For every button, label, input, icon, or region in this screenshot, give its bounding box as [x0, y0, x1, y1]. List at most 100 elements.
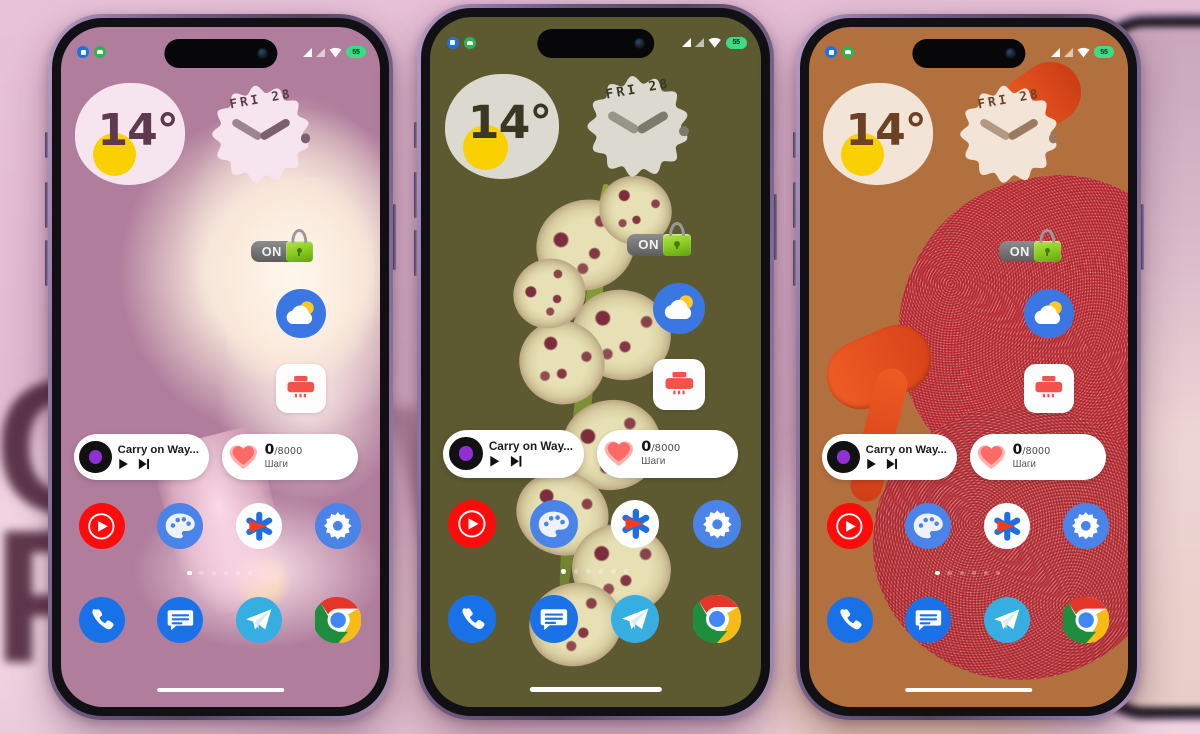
volume-down-button[interactable] [793, 240, 796, 286]
page-dot[interactable] [611, 569, 616, 574]
phone-1[interactable]: 55 14° FRI 28 ON Carry on Way... 0/8000 … [45, 14, 396, 720]
app-icon-phone[interactable] [448, 595, 497, 644]
music-controls[interactable] [118, 458, 199, 470]
app-icon-theme-park[interactable] [905, 503, 952, 550]
volume-down-button[interactable] [414, 230, 417, 276]
page-dot[interactable] [199, 571, 204, 576]
app-icon-telegram[interactable] [235, 596, 283, 644]
printer-shortcut[interactable] [1024, 363, 1074, 414]
silent-switch[interactable] [414, 122, 417, 148]
next-track-icon[interactable] [138, 458, 150, 470]
phone-screen[interactable]: 55 14° FRI 28 ON Carry on Way... 0/8000 … [61, 27, 380, 707]
app-icon-telegram[interactable] [611, 595, 660, 644]
notification-dot-icon[interactable] [446, 36, 459, 50]
music-controls[interactable] [489, 455, 573, 467]
steps-widget[interactable]: 0/8000 Шаги [222, 433, 358, 480]
page-dot[interactable] [947, 571, 952, 576]
weather-widget[interactable]: 14° [444, 74, 560, 180]
weather-shortcut[interactable] [276, 288, 326, 339]
home-indicator[interactable] [529, 687, 662, 692]
page-dot[interactable] [235, 571, 240, 576]
app-icon-ozon[interactable] [611, 500, 660, 548]
app-icon-theme-park[interactable] [157, 503, 204, 550]
home-indicator[interactable] [904, 687, 1033, 693]
app-icon-settings[interactable] [1062, 503, 1109, 550]
page-dot[interactable] [971, 571, 976, 576]
volume-up-button[interactable] [45, 182, 48, 228]
app-icon-youtube-music[interactable] [78, 503, 125, 550]
weather-widget[interactable]: 14° [75, 83, 186, 185]
app-icon-settings[interactable] [693, 500, 742, 548]
clock-widget[interactable]: FRI 28 [206, 77, 316, 187]
page-dot[interactable] [598, 569, 604, 574]
app-icon-ozon[interactable] [235, 503, 283, 550]
silent-switch[interactable] [793, 132, 796, 158]
phone-screen[interactable]: 55 14° FRI 28 ON Carry on Way... 0/8000 … [430, 17, 761, 707]
app-icon-messages[interactable] [157, 596, 204, 644]
notification-dot-icon[interactable] [77, 46, 89, 58]
power-button[interactable] [1141, 204, 1144, 270]
lock-status-widget[interactable]: ON [998, 229, 1061, 267]
weather-shortcut[interactable] [1024, 288, 1074, 339]
next-track-icon[interactable] [510, 455, 522, 467]
music-widget[interactable]: Carry on Way... [821, 433, 958, 480]
page-dot[interactable] [586, 569, 591, 574]
steps-widget[interactable]: 0/8000 Шаги [970, 433, 1106, 480]
app-icon-telegram[interactable] [983, 596, 1031, 644]
app-icon-phone[interactable] [826, 596, 873, 644]
play-icon[interactable] [489, 455, 501, 467]
app-icon-chrome[interactable] [314, 596, 361, 644]
power-button[interactable] [774, 194, 777, 260]
play-icon[interactable] [118, 458, 129, 470]
page-dot[interactable] [187, 571, 192, 576]
app-icon-theme-park[interactable] [529, 500, 578, 548]
app-icon-settings[interactable] [314, 503, 361, 550]
weather-shortcut[interactable] [653, 282, 705, 334]
phone-3[interactable]: 55 14° FRI 28 ON Carry on Way... 0/8000 … [793, 14, 1144, 720]
printer-shortcut[interactable] [276, 363, 326, 414]
volume-down-button[interactable] [45, 240, 48, 286]
notification-dot-icon[interactable] [825, 46, 837, 58]
vinyl-hub [458, 446, 473, 461]
app-icon-youtube-music[interactable] [826, 503, 873, 550]
app-icon-messages[interactable] [529, 595, 578, 644]
play-icon[interactable] [866, 458, 877, 470]
clock-widget[interactable]: FRI 28 [954, 77, 1064, 187]
app-icon-chrome[interactable] [693, 595, 742, 644]
page-dot[interactable] [211, 571, 216, 576]
app-icon-chrome[interactable] [1062, 596, 1109, 644]
next-track-icon[interactable] [886, 458, 898, 470]
power-button[interactable] [393, 204, 396, 270]
volume-up-button[interactable] [414, 172, 417, 218]
page-dot[interactable] [573, 569, 579, 574]
android-app-icon[interactable] [842, 46, 854, 58]
steps-widget[interactable]: 0/8000 Шаги [597, 429, 738, 478]
android-app-icon[interactable] [463, 36, 477, 50]
app-icon-ozon[interactable] [983, 503, 1031, 550]
app-icon-youtube-music[interactable] [448, 500, 497, 548]
home-indicator[interactable] [156, 687, 285, 693]
music-controls[interactable] [866, 458, 947, 470]
silent-switch[interactable] [45, 132, 48, 158]
clock-widget[interactable]: FRI 28 [581, 67, 695, 181]
page-dot[interactable] [959, 571, 964, 576]
volume-up-button[interactable] [793, 182, 796, 228]
weather-widget[interactable]: 14° [823, 83, 934, 185]
lock-status-widget[interactable]: ON [626, 222, 692, 262]
phone-screen[interactable]: 55 14° FRI 28 ON Carry on Way... 0/8000 … [809, 27, 1128, 707]
page-dot[interactable] [561, 569, 566, 574]
page-dot[interactable] [223, 571, 228, 576]
app-icon-phone[interactable] [78, 596, 125, 644]
music-widget[interactable]: Carry on Way... [73, 433, 210, 480]
page-dot[interactable] [623, 569, 629, 574]
lock-status-widget[interactable]: ON [250, 229, 313, 267]
page-dot[interactable] [995, 571, 1000, 576]
page-dot[interactable] [935, 571, 940, 576]
phone-2[interactable]: 55 14° FRI 28 ON Carry on Way... 0/8000 … [414, 4, 777, 720]
android-app-icon[interactable] [94, 46, 106, 58]
app-icon-messages[interactable] [905, 596, 952, 644]
music-widget[interactable]: Carry on Way... [443, 429, 584, 478]
page-dot[interactable] [983, 571, 988, 576]
printer-shortcut[interactable] [653, 358, 705, 410]
page-dot[interactable] [247, 571, 252, 576]
